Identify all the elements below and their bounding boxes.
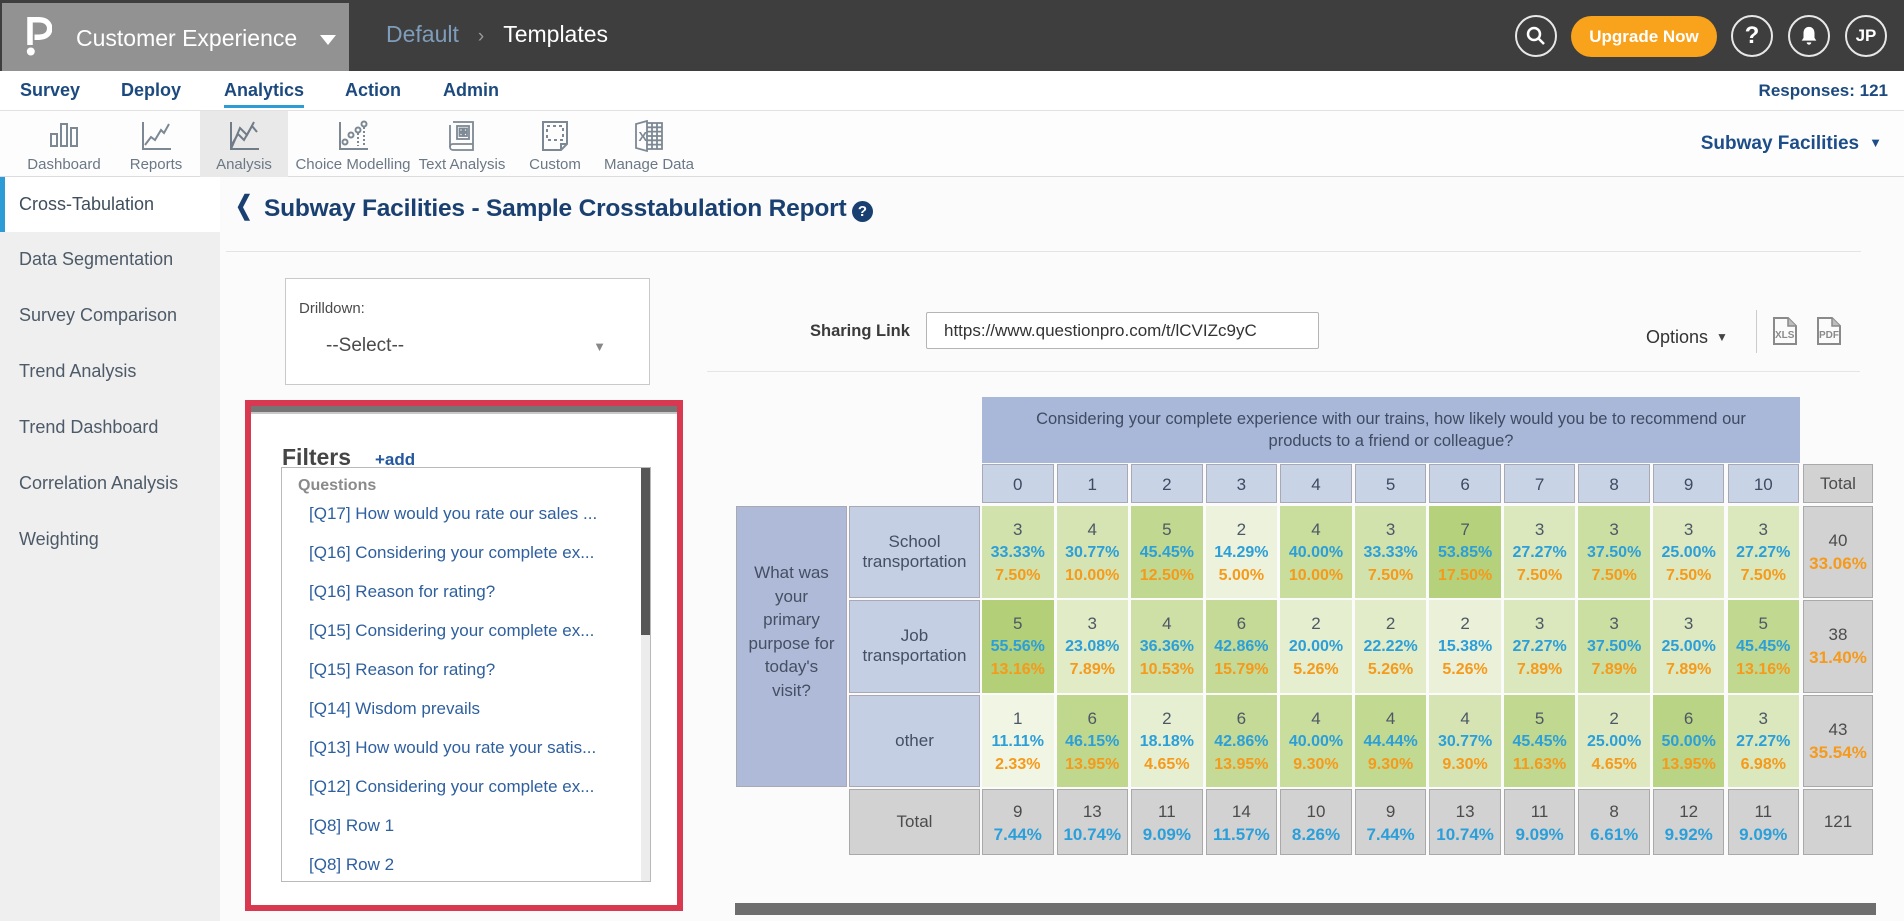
svg-text:XLS: XLS	[1775, 330, 1795, 341]
svg-text:PDF: PDF	[1819, 330, 1839, 341]
svg-text:X: X	[639, 129, 648, 144]
